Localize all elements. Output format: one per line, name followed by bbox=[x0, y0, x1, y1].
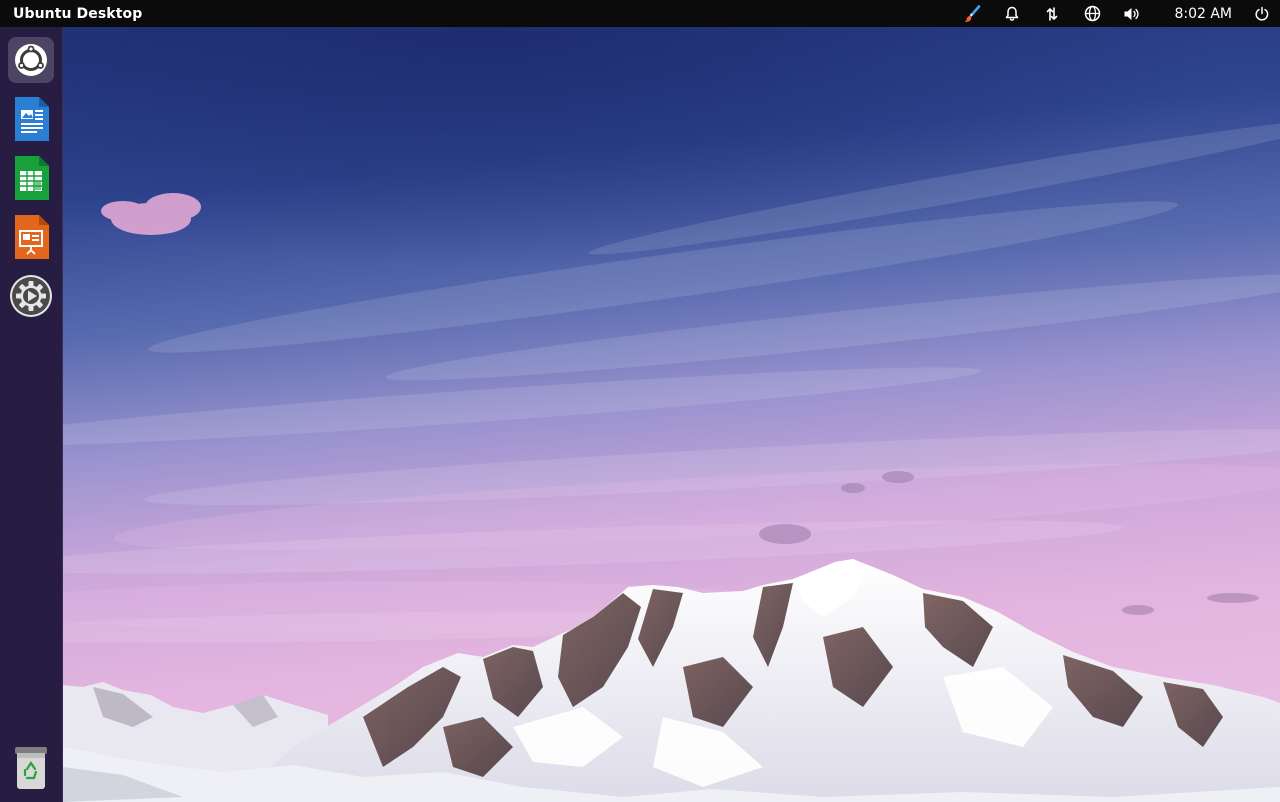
network-icon[interactable] bbox=[1032, 0, 1072, 27]
trash-icon[interactable] bbox=[8, 745, 54, 791]
mountain-landscape-image bbox=[63, 27, 1280, 802]
settings-icon[interactable] bbox=[8, 273, 54, 319]
volume-icon[interactable] bbox=[1112, 0, 1152, 27]
globe-icon[interactable] bbox=[1072, 0, 1112, 27]
power-icon[interactable] bbox=[1244, 0, 1280, 27]
dock bbox=[0, 27, 63, 802]
activities-button[interactable]: Ubuntu Desktop bbox=[0, 6, 142, 22]
libreoffice-writer-icon[interactable] bbox=[8, 96, 54, 142]
ubuntu-icon[interactable] bbox=[8, 37, 54, 83]
libreoffice-impress-icon[interactable] bbox=[8, 214, 54, 260]
paintbrush-icon[interactable] bbox=[952, 0, 992, 27]
libreoffice-calc-icon[interactable] bbox=[8, 155, 54, 201]
top-panel: Ubuntu Desktop 8:02 AM bbox=[0, 0, 1280, 27]
bell-icon[interactable] bbox=[992, 0, 1032, 27]
clock[interactable]: 8:02 AM bbox=[1152, 0, 1244, 27]
system-tray: 8:02 AM bbox=[952, 0, 1280, 27]
desktop-wallpaper[interactable] bbox=[63, 27, 1280, 802]
